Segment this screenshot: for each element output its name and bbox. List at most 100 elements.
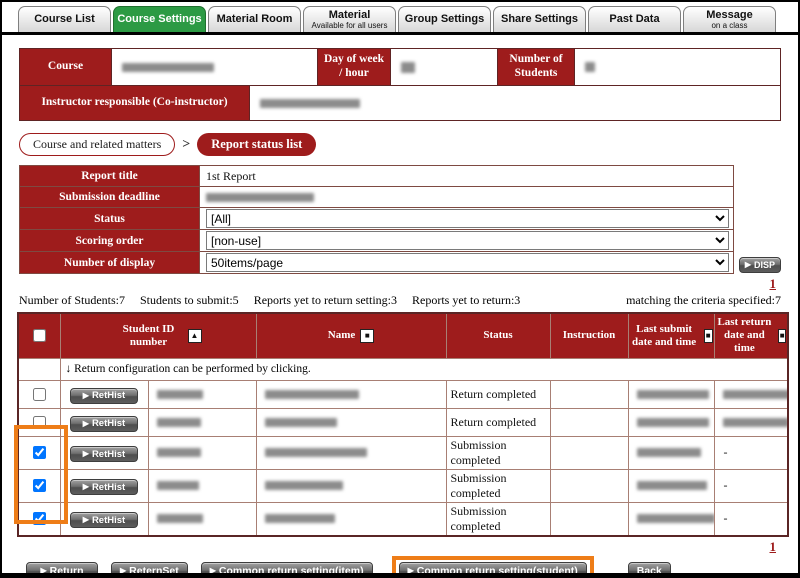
tab-label: Material Room (217, 13, 293, 25)
matching-count: matching the criteria specified:7 (626, 293, 781, 308)
redacted-last-return (723, 418, 789, 427)
stats-item: Reports yet to return:3 (412, 293, 520, 308)
rethist-label: RetHist (92, 482, 125, 493)
instruction-cell (550, 408, 628, 436)
stats-bar: Number of Students:7Students to submit:5… (19, 292, 781, 308)
filter-label: Status (20, 208, 200, 230)
rethist-label: RetHist (92, 449, 125, 460)
tab-past-data[interactable]: Past Data (588, 6, 681, 32)
redacted-student-id (157, 448, 201, 457)
student-name-cell[interactable] (256, 502, 446, 536)
col-status-label: Status (483, 329, 512, 341)
reternset-button[interactable]: ▶ReternSet (111, 562, 188, 578)
row-checkbox-cell (18, 469, 60, 502)
rethist-button[interactable]: ▶RetHist (70, 388, 138, 404)
last-return-cell (714, 408, 788, 436)
status-cell: Submission completed (446, 436, 550, 469)
tab-bar: Course ListCourse Settings Material Room M… (2, 2, 798, 35)
sort-icon[interactable]: ■ (778, 329, 786, 343)
last-return-cell: - (714, 469, 788, 502)
redacted-value (206, 193, 314, 202)
col-last-return-label: Last return date and time (716, 316, 774, 356)
button-highlight-annotation: ▶Common return setting(student) (392, 556, 594, 578)
tab-message[interactable]: Messageon a class (683, 6, 776, 32)
table-row: ▶RetHistSubmission completed- (18, 502, 788, 536)
filter-row: Number of display50items/page (20, 252, 734, 274)
back-button[interactable]: Back (628, 562, 671, 578)
tab-course-list[interactable]: Course List (18, 6, 111, 32)
rethist-button[interactable]: ▶RetHist (70, 512, 138, 528)
row-checkbox[interactable] (33, 479, 46, 492)
student-name-cell[interactable] (256, 408, 446, 436)
col-instruction: Instruction (550, 313, 628, 358)
row-checkbox[interactable] (33, 512, 46, 525)
filter-select[interactable]: [non-use] (206, 231, 729, 250)
rethist-cell: ▶RetHist (60, 502, 148, 536)
instruction-cell (550, 380, 628, 408)
row-checkbox[interactable] (33, 416, 46, 429)
row-checkbox-cell (18, 408, 60, 436)
filter-row: Status [All] (20, 208, 734, 230)
note-cell: ↓ Return configuration can be performed … (60, 358, 788, 380)
common-return-setting-student--button[interactable]: ▶Common return setting(student) (399, 562, 587, 578)
redacted-student-name-link (265, 481, 343, 490)
disp-button[interactable]: ▶DISP (739, 257, 781, 273)
col-student-id: Student ID number▲ (60, 313, 256, 358)
row-checkbox-cell (18, 436, 60, 469)
table-row: ▶RetHistReturn completed (18, 380, 788, 408)
student-name-cell[interactable] (256, 380, 446, 408)
common-return-setting-item--button[interactable]: ▶Common return setting(item) (201, 562, 373, 578)
filter-value-cell (200, 187, 734, 208)
number-of-students-value-cell (575, 49, 780, 85)
last-submit-cell (628, 380, 714, 408)
filter-table: Report title1st ReportSubmission deadlin… (19, 165, 734, 274)
row-checkbox[interactable] (33, 446, 46, 459)
rethist-button[interactable]: ▶RetHist (70, 416, 138, 432)
sort-asc-icon[interactable]: ▲ (188, 329, 202, 343)
last-submit-cell (628, 408, 714, 436)
tab-course-settings[interactable]: Course Settings (113, 6, 206, 32)
row-checkbox[interactable] (33, 388, 46, 401)
tab-share-settings[interactable]: Share Settings (493, 6, 586, 32)
page-link-top[interactable]: 1 (770, 276, 777, 291)
course-info-table: Course Day of week / hour Number of Stud… (19, 48, 781, 121)
last-submit-cell (628, 502, 714, 536)
filter-select[interactable]: 50items/page (206, 253, 729, 272)
student-name-cell[interactable] (256, 436, 446, 469)
tab-material-room[interactable]: Material Room (208, 6, 301, 32)
pagination-bottom: 1 (2, 539, 776, 555)
day-of-week-value-cell (391, 49, 497, 85)
rethist-button[interactable]: ▶RetHist (70, 479, 138, 495)
tab-material[interactable]: MaterialAvailable for all users (303, 6, 396, 32)
rethist-button[interactable]: ▶RetHist (70, 446, 138, 462)
redacted-last-submit (637, 514, 715, 523)
page-link-bottom[interactable]: 1 (770, 539, 777, 554)
redacted-day-value (401, 62, 415, 73)
student-name-cell[interactable] (256, 469, 446, 502)
select-all-checkbox[interactable] (33, 329, 46, 342)
breadcrumb-parent-button[interactable]: Course and related matters (19, 133, 175, 156)
return-button[interactable]: ▶Return (26, 562, 98, 578)
rethist-cell: ▶RetHist (60, 469, 148, 502)
sort-icon[interactable]: ■ (360, 329, 374, 343)
redacted-student-id (157, 418, 201, 427)
note-row: ↓ Return configuration can be performed … (18, 358, 788, 380)
tab-sublabel: on a class (711, 21, 747, 30)
play-icon: ▶ (83, 420, 89, 428)
course-info-row: Course Day of week / hour Number of Stud… (20, 49, 780, 85)
report-table-wrap: Student ID number▲ Name■ Status Instruct… (17, 312, 783, 537)
rethist-label: RetHist (92, 418, 125, 429)
breadcrumb: Course and related matters > Report stat… (19, 132, 798, 157)
student-id-cell (148, 408, 256, 436)
instructor-value-cell (250, 86, 780, 120)
report-table: Student ID number▲ Name■ Status Instruct… (17, 312, 789, 537)
filter-label: Scoring order (20, 230, 200, 252)
instruction-cell (550, 502, 628, 536)
redacted-student-id (157, 481, 199, 490)
redacted-student-id (157, 514, 203, 523)
tab-group-settings[interactable]: Group Settings (398, 6, 491, 32)
select-all-cell (18, 313, 60, 358)
filter-select[interactable]: [All] (206, 209, 729, 228)
number-of-students-label: Number of Students (497, 49, 575, 85)
sort-icon[interactable]: ■ (704, 329, 713, 343)
